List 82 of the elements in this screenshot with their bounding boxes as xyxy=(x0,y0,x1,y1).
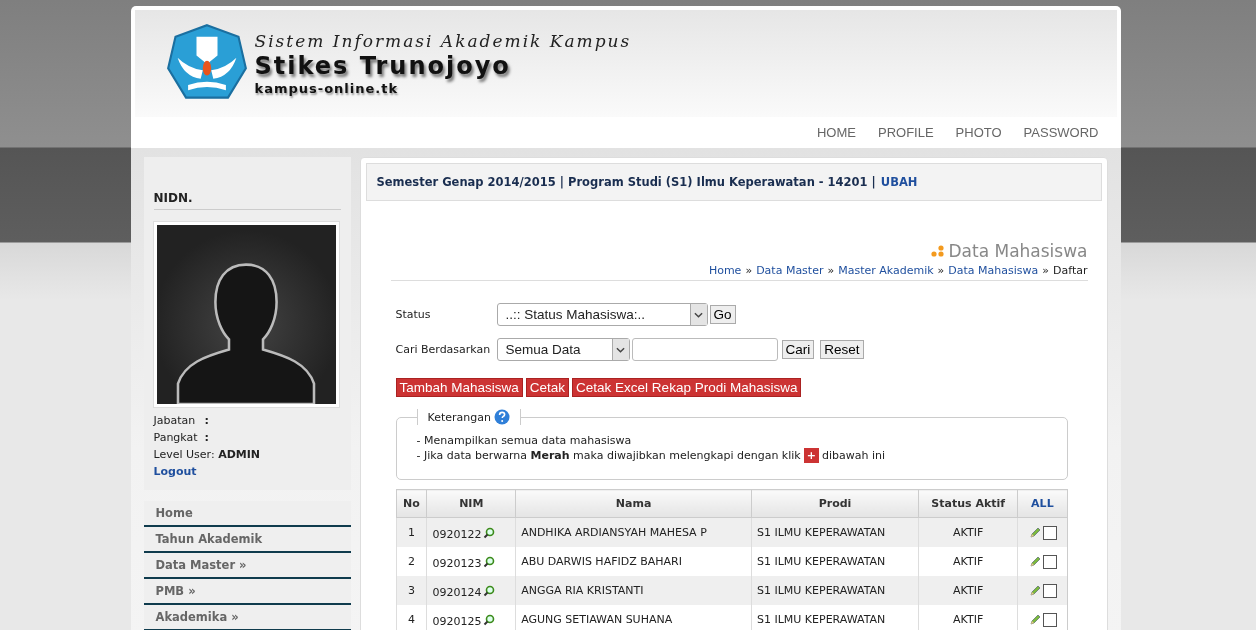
nim-text: 0920124 xyxy=(432,586,482,599)
filter-label: Status xyxy=(395,308,432,321)
table-cell: AKTIF xyxy=(918,517,1018,547)
menu-item[interactable]: Home xyxy=(143,501,351,527)
nav-link[interactable]: PASSWORD xyxy=(1023,125,1099,140)
search-field[interactable] xyxy=(631,338,778,361)
filter-label: Cari Berdasarkan xyxy=(395,343,492,356)
site-domain: kampus-online.tk xyxy=(254,81,400,96)
plus-badge: + xyxy=(803,448,819,463)
nidn-heading: NIDN. xyxy=(153,191,341,210)
change-link[interactable]: UBAH xyxy=(880,175,918,189)
table-cell: AKTIF xyxy=(918,576,1018,605)
pencil-icon[interactable] xyxy=(1029,555,1042,568)
action-button[interactable]: Tambah Mahasiswa xyxy=(395,378,523,397)
search-icon[interactable] xyxy=(483,527,496,539)
action-button[interactable]: Cetak Excel Rekap Prodi Mahasiswa xyxy=(572,378,802,397)
note-text: - Jika data berwarna Merah maka diwajibkan melengkapi dengan klik xyxy=(416,448,801,463)
menu-item[interactable]: PMB » xyxy=(143,579,351,605)
table-cell: AKTIF xyxy=(918,605,1018,630)
column-header: Nama xyxy=(515,489,752,518)
breadcrumb-link[interactable]: Data Master xyxy=(756,264,824,277)
action-button[interactable]: Cetak xyxy=(525,378,570,397)
field-label: Jabatan xyxy=(153,413,195,429)
field-colon: : xyxy=(204,413,209,429)
menu-item[interactable]: Tahun Akademik xyxy=(143,527,351,553)
level-user-text: Level User: ADMIN xyxy=(153,447,261,463)
form-button[interactable]: Go xyxy=(709,305,736,324)
site-tagline: Sistem Informasi Akademik Kampus xyxy=(254,31,632,51)
field-colon: : xyxy=(204,430,209,446)
column-header: Prodi xyxy=(751,489,919,518)
breadcrumb-link[interactable]: Master Akademik xyxy=(838,264,934,277)
row-checkbox[interactable] xyxy=(1043,612,1058,627)
table-cell: ANDHIKA ARDIANSYAH MAHESA P xyxy=(515,517,752,547)
nim-text: 0920125 xyxy=(432,615,482,628)
pencil-icon[interactable] xyxy=(1029,613,1042,626)
logout-link[interactable]: Logout xyxy=(153,463,341,480)
select-field[interactable]: ..:: Status Mahasiswa:.. xyxy=(496,303,708,326)
breadcrumb-separator: » xyxy=(827,264,835,277)
breadcrumb-separator: » xyxy=(937,264,945,277)
search-icon[interactable] xyxy=(483,614,496,626)
breadcrumb-current: Daftar xyxy=(1053,264,1088,277)
semester-info: Semester Genap 2014/2015 | Program Studi (S1) Ilmu Keperawatan - 14201 | xyxy=(376,175,876,189)
table-cell: S1 ILMU KEPERAWATAN xyxy=(751,605,919,630)
column-header: NIM xyxy=(426,489,516,518)
nav-link[interactable]: PHOTO xyxy=(955,125,1002,140)
nim-text: 0920123 xyxy=(432,557,482,570)
table-cell: S1 ILMU KEPERAWATAN xyxy=(751,517,919,547)
pencil-icon[interactable] xyxy=(1029,584,1042,597)
select-field[interactable]: Semua Data xyxy=(496,338,630,361)
breadcrumb-link[interactable]: Data Mahasiswa xyxy=(948,264,1039,277)
table-cell: S1 ILMU KEPERAWATAN xyxy=(751,576,919,605)
note-text: dibawah ini xyxy=(821,448,885,463)
row-checkbox[interactable] xyxy=(1043,554,1058,569)
breadcrumb-separator: » xyxy=(745,264,753,277)
form-button[interactable]: Reset xyxy=(820,340,864,359)
fieldset-legend: Keterangan xyxy=(427,410,491,424)
column-header: Status Aktif xyxy=(918,489,1018,518)
table-cell: AGUNG SETIAWAN SUHANA xyxy=(515,605,752,630)
table-cell: ANGGA RIA KRISTANTI xyxy=(515,576,752,605)
note-text: - Menampilkan semua data mahasiswa xyxy=(416,433,633,448)
nav-link[interactable]: HOME xyxy=(817,125,856,140)
row-checkbox[interactable] xyxy=(1043,525,1058,540)
search-icon[interactable] xyxy=(483,556,496,568)
menu-item[interactable]: Data Master » xyxy=(143,553,351,579)
breadcrumb-link[interactable]: Home xyxy=(708,264,742,277)
table-cell: 4 xyxy=(396,605,427,630)
breadcrumb-separator: » xyxy=(1042,264,1050,277)
search-icon[interactable] xyxy=(483,585,496,597)
nim-text: 0920122 xyxy=(432,528,482,541)
row-checkbox[interactable] xyxy=(1043,583,1058,598)
table-cell: 3 xyxy=(396,576,427,605)
help-icon[interactable] xyxy=(493,409,510,425)
table-cell: 1 xyxy=(396,517,427,547)
page-title: Data Mahasiswa xyxy=(948,241,1088,261)
form-button[interactable]: Cari xyxy=(781,340,815,359)
nav-link[interactable]: PROFILE xyxy=(878,125,934,140)
site-title: Stikes Trunojoyo xyxy=(254,51,512,81)
select-all-link[interactable]: ALL xyxy=(1017,489,1067,518)
menu-item[interactable]: Akademika » xyxy=(143,605,351,630)
column-header: No xyxy=(396,489,427,518)
pencil-icon[interactable] xyxy=(1029,526,1042,539)
dots-icon xyxy=(931,245,946,257)
